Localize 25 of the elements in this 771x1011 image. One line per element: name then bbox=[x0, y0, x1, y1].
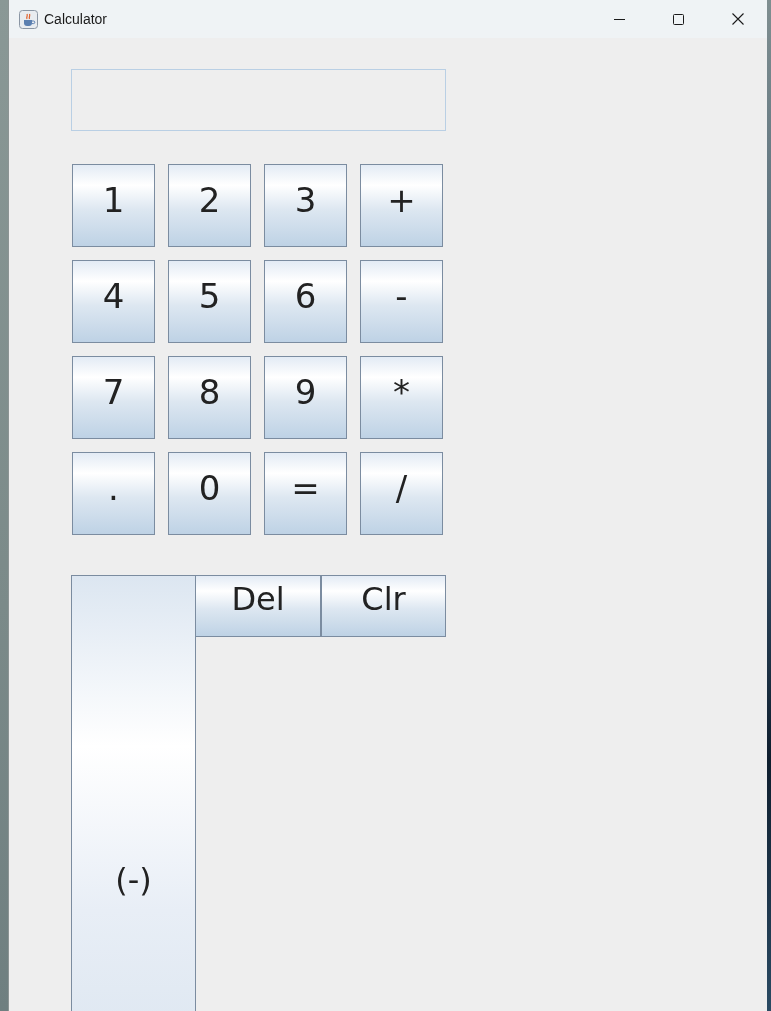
key-button[interactable]: 8 bbox=[168, 356, 251, 439]
key-button[interactable]: . bbox=[72, 452, 155, 535]
key-button[interactable]: 2 bbox=[168, 164, 251, 247]
close-icon bbox=[731, 13, 744, 25]
key-button[interactable]: - bbox=[360, 260, 443, 343]
key-button[interactable]: 0 bbox=[168, 452, 251, 535]
negate-button[interactable]: (-) bbox=[71, 575, 196, 1011]
key-button[interactable]: = bbox=[264, 452, 347, 535]
display-field[interactable] bbox=[71, 69, 446, 131]
clear-button[interactable]: Clr bbox=[321, 575, 446, 637]
key-button[interactable]: / bbox=[360, 452, 443, 535]
key-button[interactable]: 1 bbox=[72, 164, 155, 247]
key-button[interactable]: 9 bbox=[264, 356, 347, 439]
key-button[interactable]: 6 bbox=[264, 260, 347, 343]
minimize-icon bbox=[614, 18, 625, 20]
key-button[interactable]: 7 bbox=[72, 356, 155, 439]
maximize-icon bbox=[673, 13, 684, 25]
key-button[interactable]: 3 bbox=[264, 164, 347, 247]
coffee-cup-icon bbox=[19, 9, 38, 29]
key-button[interactable]: * bbox=[360, 356, 443, 439]
key-button[interactable]: + bbox=[360, 164, 443, 247]
key-button[interactable]: 4 bbox=[72, 260, 155, 343]
window-title: Calculator bbox=[44, 11, 108, 27]
key-button[interactable]: 5 bbox=[168, 260, 251, 343]
delete-button[interactable]: Del bbox=[196, 575, 321, 637]
